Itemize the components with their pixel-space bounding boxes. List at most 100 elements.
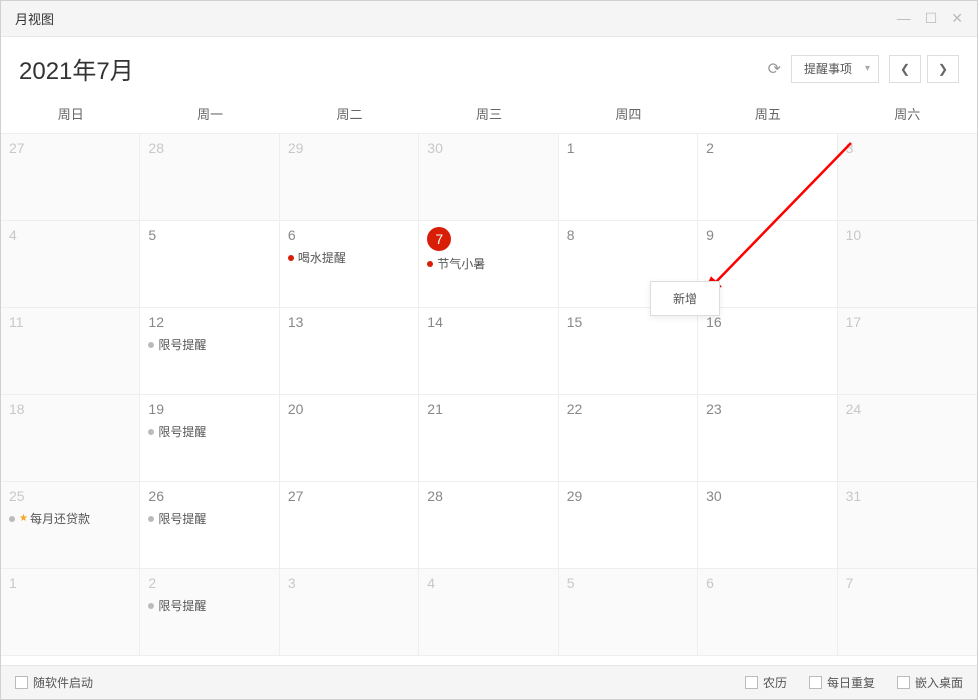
day-number: 28 — [427, 488, 443, 504]
month-title: 2021年7月 — [19, 51, 134, 86]
day-number: 1 — [567, 140, 575, 156]
day-number: 2 — [706, 140, 714, 156]
calendar-cell[interactable]: 1 — [1, 569, 140, 656]
calendar-cell[interactable]: 24 — [838, 395, 977, 482]
checkbox-option[interactable]: 嵌入桌面 — [897, 674, 963, 691]
calendar-cell[interactable]: 28 — [419, 482, 558, 569]
weekday-label: 周二 — [280, 104, 419, 123]
close-icon[interactable]: ✕ — [951, 10, 963, 27]
event-list: 限号提醒 — [148, 336, 270, 353]
calendar-cell[interactable]: 11 — [1, 308, 140, 395]
refresh-icon[interactable]: ⟳ — [768, 59, 781, 79]
checkbox-icon — [745, 676, 758, 689]
event-item[interactable]: 节气小暑 — [427, 255, 549, 272]
prev-month-button[interactable]: ❮ — [889, 55, 921, 83]
month-nav: ❮ ❯ — [889, 55, 959, 83]
calendar-cell[interactable]: 29 — [280, 134, 419, 221]
filter-select[interactable]: 提醒事项 ▾ — [791, 55, 879, 83]
weekday-label: 周日 — [1, 104, 140, 123]
calendar-cell[interactable]: 10 — [838, 221, 977, 308]
calendar-cell[interactable]: 2 — [698, 134, 837, 221]
calendar-cell[interactable]: 21 — [419, 395, 558, 482]
calendar-cell[interactable]: 4 — [1, 221, 140, 308]
calendar-cell[interactable]: 6 — [698, 569, 837, 656]
calendar-cell[interactable]: 13 — [280, 308, 419, 395]
event-label: 每月还贷款 — [30, 510, 90, 527]
day-number: 29 — [567, 488, 583, 504]
calendar-cell[interactable]: 25 ★每月还贷款 — [1, 482, 140, 569]
calendar-cell[interactable]: 15 — [559, 308, 698, 395]
day-number: 4 — [427, 575, 435, 591]
day-number: 9 — [706, 227, 714, 243]
calendar-cell[interactable]: 27 — [280, 482, 419, 569]
weekday-header: 周日周一周二周三周四周五周六 — [1, 96, 977, 133]
event-item[interactable]: 限号提醒 — [148, 336, 270, 353]
event-dot-icon — [148, 603, 154, 609]
minimize-icon[interactable]: — — [897, 10, 911, 27]
checkbox-option[interactable]: 农历 — [745, 674, 787, 691]
calendar-cell[interactable]: 7 — [838, 569, 977, 656]
calendar-cell[interactable]: 30 — [698, 482, 837, 569]
event-item[interactable]: 限号提醒 — [148, 423, 270, 440]
day-number: 14 — [427, 314, 443, 330]
day-number: 5 — [567, 575, 575, 591]
checkbox-option[interactable]: 每日重复 — [809, 674, 875, 691]
day-number: 30 — [427, 140, 443, 156]
calendar-cell[interactable]: 17 — [838, 308, 977, 395]
calendar-cell[interactable]: 29 — [559, 482, 698, 569]
calendar-cell[interactable]: 28 — [140, 134, 279, 221]
maximize-icon[interactable]: ☐ — [925, 10, 938, 27]
chevron-down-icon: ▾ — [865, 63, 870, 74]
checkbox-autostart[interactable]: 随软件启动 — [15, 674, 93, 691]
calendar-cell[interactable]: 14 — [419, 308, 558, 395]
calendar-cell[interactable]: 1 — [559, 134, 698, 221]
calendar-cell[interactable]: 16 — [698, 308, 837, 395]
event-item[interactable]: 限号提醒 — [148, 510, 270, 527]
calendar-cell[interactable]: 22 — [559, 395, 698, 482]
calendar-cell[interactable]: 12 限号提醒 — [140, 308, 279, 395]
calendar-cell[interactable]: 5 — [559, 569, 698, 656]
day-number: 6 — [706, 575, 714, 591]
day-number: 31 — [846, 488, 862, 504]
calendar-cell[interactable]: 26 限号提醒 — [140, 482, 279, 569]
calendar-cell[interactable]: 30 — [419, 134, 558, 221]
day-number: 18 — [9, 401, 25, 417]
day-number: 16 — [706, 314, 722, 330]
calendar-cell[interactable]: 3 — [280, 569, 419, 656]
day-number: 17 — [846, 314, 862, 330]
calendar-cell[interactable]: 4 — [419, 569, 558, 656]
day-number: 12 — [148, 314, 164, 330]
event-item[interactable]: ★每月还贷款 — [9, 510, 131, 527]
event-dot-icon — [148, 516, 154, 522]
calendar-cell[interactable]: 2 限号提醒 — [140, 569, 279, 656]
calendar-cell[interactable]: 19 限号提醒 — [140, 395, 279, 482]
calendar-cell[interactable]: 3 — [838, 134, 977, 221]
weekday-label: 周五 — [698, 104, 837, 123]
day-number: 25 — [9, 488, 25, 504]
day-number: 26 — [148, 488, 164, 504]
day-number: 24 — [846, 401, 862, 417]
checkbox-icon — [15, 676, 28, 689]
event-label: 节气小暑 — [437, 255, 485, 272]
event-item[interactable]: 喝水提醒 — [288, 249, 410, 266]
calendar-cell[interactable]: 20 — [280, 395, 419, 482]
day-number: 2 — [148, 575, 156, 591]
day-number: 19 — [148, 401, 164, 417]
event-label: 限号提醒 — [158, 510, 206, 527]
calendar-cell[interactable]: 7节气小暑 — [419, 221, 558, 308]
context-menu-add[interactable]: 新增 — [650, 281, 720, 316]
footer-right: 农历 每日重复 嵌入桌面 — [745, 674, 963, 691]
day-number: 13 — [288, 314, 304, 330]
next-month-button[interactable]: ❯ — [927, 55, 959, 83]
event-list: 节气小暑 — [427, 255, 549, 272]
calendar-cell[interactable]: 18 — [1, 395, 140, 482]
calendar-cell[interactable]: 27 — [1, 134, 140, 221]
calendar-cell[interactable]: 23 — [698, 395, 837, 482]
day-number: 7 — [846, 575, 854, 591]
calendar-cell[interactable]: 6喝水提醒 — [280, 221, 419, 308]
checkbox-label: 嵌入桌面 — [915, 674, 963, 691]
event-item[interactable]: 限号提醒 — [148, 597, 270, 614]
day-number: 3 — [846, 140, 854, 156]
calendar-cell[interactable]: 5 — [140, 221, 279, 308]
calendar-cell[interactable]: 31 — [838, 482, 977, 569]
